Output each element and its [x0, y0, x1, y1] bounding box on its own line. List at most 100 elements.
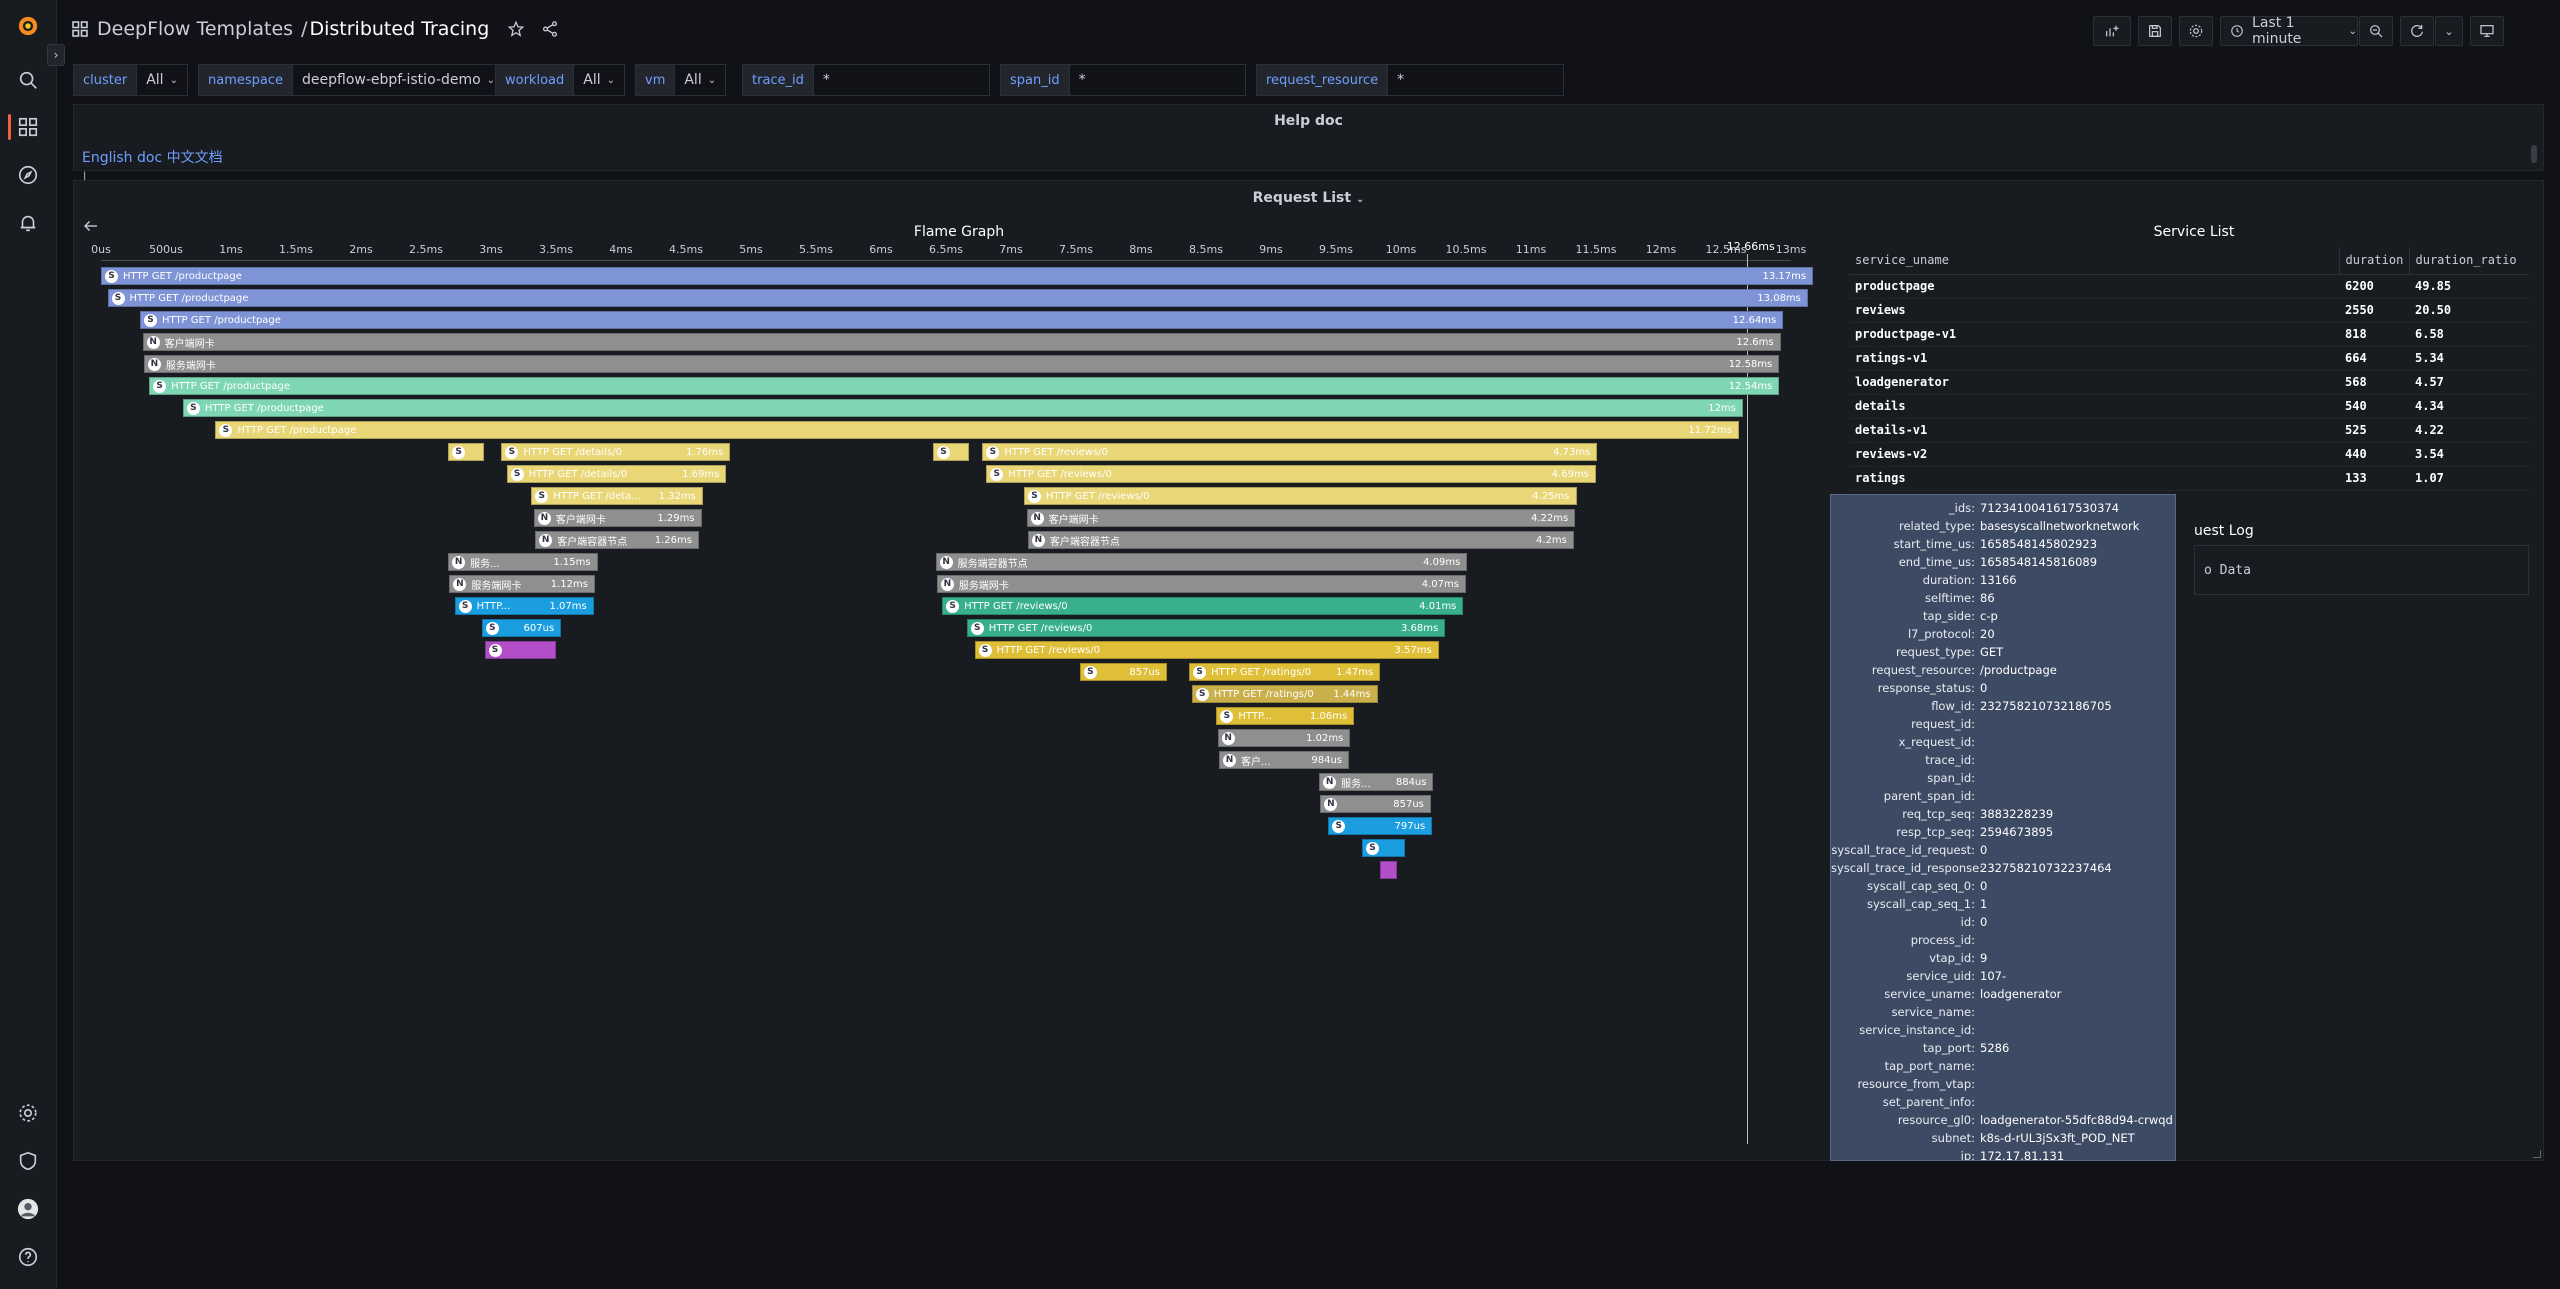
table-row[interactable]: productpage-v1 818 6.58	[1849, 322, 2529, 347]
flame-span-bar[interactable]: N 服务... 1.15ms	[448, 553, 598, 571]
table-row[interactable]: ratings-v1 664 5.34	[1849, 346, 2529, 371]
flame-span-bar[interactable]: S 797us	[1328, 817, 1433, 835]
time-range-picker[interactable]: Last 1 minute ⌄	[2220, 15, 2358, 47]
english-doc-link[interactable]: English doc	[82, 150, 162, 166]
user-avatar-icon[interactable]	[16, 1197, 40, 1221]
table-row[interactable]: ratings 133 1.07	[1849, 466, 2529, 491]
flame-span-bar[interactable]: S HTTP GET /reviews/0 4.73ms	[982, 443, 1598, 461]
table-row[interactable]: loadgenerator 568 4.57	[1849, 370, 2529, 395]
flame-span-bar[interactable]: S HTTP GET /ratings/0 1.44ms	[1191, 685, 1378, 703]
flame-span-bar[interactable]: S HTTP GET /reviews/0 3.57ms	[974, 641, 1439, 659]
flame-span-bar[interactable]: N 客户端网卡 1.29ms	[533, 509, 702, 527]
refresh-button[interactable]	[2400, 16, 2434, 46]
shield-icon[interactable]	[16, 1149, 40, 1173]
column-header[interactable]: duration_ratio	[2409, 247, 2529, 275]
tooltip-value: GET	[1980, 645, 2004, 659]
flame-span-bar[interactable]: N 客户端容器节点 1.26ms	[535, 531, 699, 549]
flame-span-bar[interactable]: N 服务端网卡 1.12ms	[449, 575, 595, 593]
flame-span-bar[interactable]: S	[484, 641, 556, 659]
flame-span-bar[interactable]: S HTTP GET /details/0 1.76ms	[501, 443, 731, 461]
flame-span-bar[interactable]: N 857us	[1320, 795, 1431, 813]
flame-span-bar[interactable]: S HTTP GET /productpage 13.17ms	[101, 267, 1814, 285]
flame-span-bar[interactable]: S HTTP... 1.07ms	[454, 597, 594, 615]
variable-input[interactable]: *	[1069, 64, 1246, 96]
variable-input[interactable]: *	[813, 64, 990, 96]
variable-select[interactable]: All ⌄	[574, 64, 625, 96]
variable-input[interactable]: *	[1388, 64, 1565, 96]
zoom-out-button[interactable]	[2359, 16, 2393, 46]
flame-span-bar[interactable]: S HTTP GET /productpage 11.72ms	[215, 421, 1739, 439]
panel-resize-handle[interactable]	[2533, 1150, 2541, 1158]
tooltip-value: 2594673895	[1980, 825, 2054, 839]
column-header[interactable]: service_uname	[1849, 247, 2340, 275]
add-panel-button[interactable]	[2093, 16, 2131, 46]
column-header[interactable]: duration	[2339, 247, 2410, 275]
span-label: 服务端网卡	[165, 360, 216, 372]
table-row[interactable]: details 540 4.34	[1849, 394, 2529, 419]
flame-span-bar[interactable]: S HTTP GET /reviews/0 4.25ms	[1024, 487, 1577, 505]
table-row[interactable]: reviews-v2 440 3.54	[1849, 442, 2529, 467]
flame-span-bar[interactable]: N 1.02ms	[1217, 729, 1351, 747]
panel-title[interactable]: Help doc	[74, 113, 2543, 129]
flame-span-bar[interactable]: S HTTP GET /productpage 12.64ms	[140, 311, 1784, 329]
search-icon[interactable]	[16, 68, 40, 92]
table-row[interactable]: productpage 6200 49.85	[1849, 274, 2529, 299]
chinese-doc-link[interactable]: 中文文档	[167, 150, 223, 166]
flame-span-bar[interactable]: S HTTP GET /productpage 13.08ms	[107, 289, 1808, 307]
flame-span-bar[interactable]: S HTTP GET /reviews/0 3.68ms	[966, 619, 1446, 637]
scrollbar[interactable]	[2531, 145, 2537, 163]
flame-span-bar[interactable]: S HTTP GET /details/0 1.69ms	[506, 465, 727, 483]
flame-span-bar[interactable]: S HTTP GET /reviews/0 4.69ms	[986, 465, 1596, 483]
flame-span-bar[interactable]: S HTTP GET /reviews/0 4.01ms	[942, 597, 1464, 615]
flame-span-bar[interactable]: N 客户端网卡 4.22ms	[1026, 509, 1576, 527]
flame-span-bar[interactable]: N 服务端容器节点 4.09ms	[935, 553, 1468, 571]
explore-icon[interactable]	[16, 163, 40, 187]
flame-span-bar[interactable]: S HTTP GET /ratings/0 1.47ms	[1189, 663, 1381, 681]
axis-tick-label: 12ms	[1645, 243, 1677, 256]
service-span-icon: S	[144, 313, 157, 327]
dashboard-settings-icon	[2189, 24, 2203, 38]
variable-select[interactable]: All ⌄	[675, 64, 727, 96]
flame-graph[interactable]: 12.66ms 0us 500us 1ms 1.5ms 2ms 2.5ms 3ms 3.5ms…	[91, 239, 1831, 1144]
alerting-icon[interactable]	[16, 211, 40, 235]
flame-span-bar[interactable]: N 客户端网卡 12.6ms	[142, 333, 1781, 351]
dashboard-settings-button[interactable]	[2179, 16, 2213, 46]
save-dashboard-button[interactable]	[2138, 16, 2172, 46]
tv-mode-button[interactable]	[2470, 16, 2504, 46]
flame-span-bar[interactable]	[1380, 861, 1398, 879]
flame-span-bar[interactable]: N 服务... 884us	[1319, 773, 1434, 791]
flame-span-bar[interactable]: S	[933, 443, 970, 461]
breadcrumb-folder[interactable]: DeepFlow Templates	[97, 18, 293, 40]
flame-span-bar[interactable]: S 857us	[1079, 663, 1167, 681]
flame-span-bar[interactable]: S	[448, 443, 485, 461]
settings-icon[interactable]	[16, 1101, 40, 1125]
flame-span-bar[interactable]: S	[1362, 839, 1405, 857]
flame-span-bar[interactable]: S HTTP... 1.06ms	[1216, 707, 1355, 725]
tooltip-key: end_time_us:	[1898, 555, 1975, 569]
service-span-icon: S	[986, 445, 1000, 459]
refresh-interval-dropdown[interactable]: ⌄	[2435, 16, 2463, 46]
flame-span-bar[interactable]: S HTTP GET /productpage 12.54ms	[149, 377, 1780, 395]
panel-title[interactable]: Request List ⌄	[74, 190, 2543, 206]
flame-span-bar[interactable]: S HTTP GET /productpage 12ms	[182, 399, 1743, 417]
table-row[interactable]: details-v1 525 4.22	[1849, 418, 2529, 443]
table-cell: 1.07	[2409, 466, 2529, 491]
table-row[interactable]: reviews 2550 20.50	[1849, 298, 2529, 323]
variable-select[interactable]: All ⌄	[137, 64, 188, 96]
variable-select[interactable]: deepflow-ebpf-istio-demo ⌄	[293, 64, 506, 96]
grafana-logo-icon[interactable]	[16, 14, 40, 38]
variable-request-resource: request_resource *	[1256, 64, 1565, 96]
span-duration: 1.02ms	[1306, 732, 1344, 744]
flame-span-bar[interactable]: N 客户... 984us	[1219, 751, 1349, 769]
tooltip-key: syscall_cap_seq_0:	[1866, 879, 1975, 893]
dashboards-icon[interactable]	[16, 115, 40, 139]
flame-span-bar[interactable]: S 607us	[481, 619, 562, 637]
flame-span-bar[interactable]: S HTTP GET /deta... 1.32ms	[531, 487, 703, 505]
flame-span-bar[interactable]: N 服务端网卡 12.58ms	[143, 355, 1780, 373]
share-icon[interactable]	[541, 20, 559, 38]
help-icon[interactable]	[16, 1245, 40, 1269]
flame-span-bar[interactable]: N 客户端容器节点 4.2ms	[1027, 531, 1574, 549]
star-icon[interactable]	[507, 20, 525, 38]
variable-label: trace_id	[742, 64, 814, 96]
flame-span-bar[interactable]: N 服务端网卡 4.07ms	[936, 575, 1466, 593]
